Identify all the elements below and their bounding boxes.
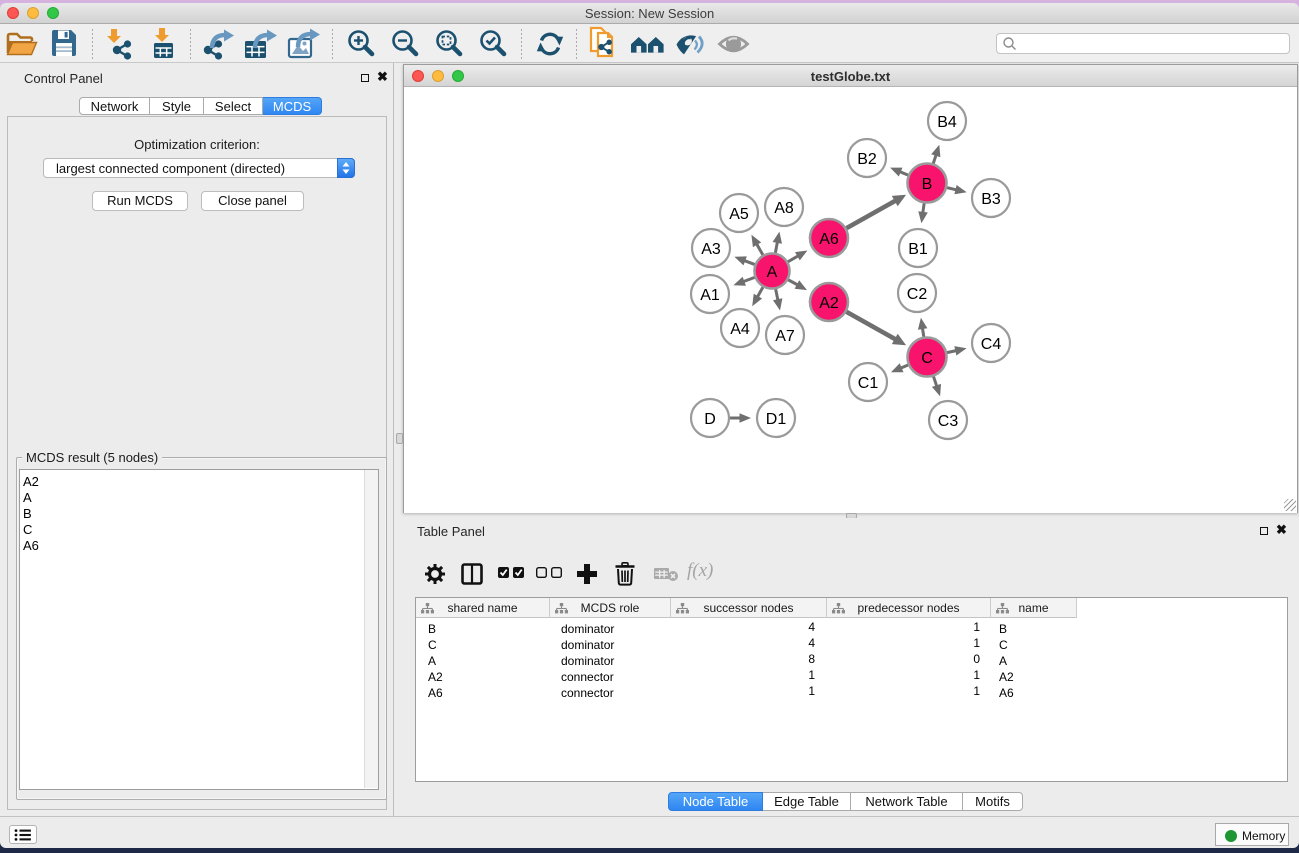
svg-text:C2: C2	[907, 286, 928, 303]
svg-text:A3: A3	[701, 241, 721, 258]
svg-text:A7: A7	[775, 328, 795, 345]
svg-text:A5: A5	[729, 206, 749, 223]
svg-text:C4: C4	[981, 336, 1002, 353]
svg-text:A6: A6	[819, 231, 839, 248]
svg-text:A4: A4	[730, 321, 750, 338]
svg-text:B: B	[922, 176, 933, 193]
svg-text:C1: C1	[858, 375, 879, 392]
svg-text:A: A	[767, 264, 778, 281]
svg-text:B4: B4	[937, 114, 957, 131]
svg-text:C3: C3	[938, 413, 959, 430]
svg-text:A2: A2	[819, 295, 839, 312]
svg-text:A1: A1	[700, 287, 720, 304]
svg-text:D1: D1	[766, 411, 787, 428]
svg-text:B1: B1	[908, 241, 928, 258]
svg-text:D: D	[704, 411, 716, 428]
svg-text:A8: A8	[774, 200, 794, 217]
svg-text:B3: B3	[981, 191, 1001, 208]
svg-text:B2: B2	[857, 151, 877, 168]
svg-text:C: C	[921, 350, 933, 367]
